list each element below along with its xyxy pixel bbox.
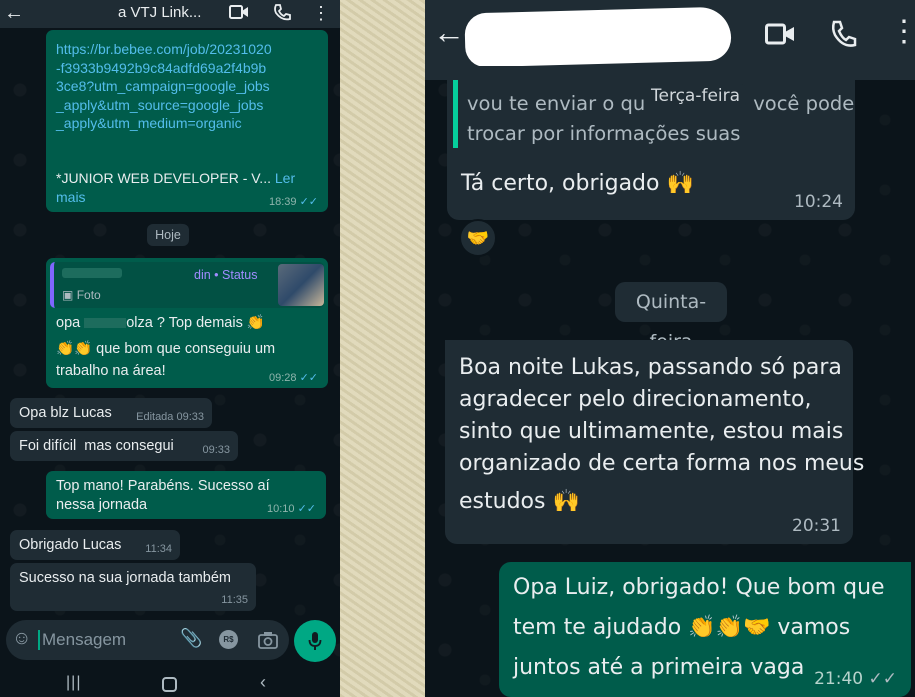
message-time: 21:40 ✓✓	[814, 669, 897, 689]
text-cursor	[38, 630, 40, 650]
message-time: Editada 09:33	[136, 411, 204, 423]
floating-date-label: Terça-feira	[645, 84, 747, 108]
message-text: Top mano! Parabéns. Sucesso aí nessa jor…	[56, 478, 270, 513]
attach-icon[interactable]: 📎	[180, 628, 202, 649]
clap-icon: 👏	[246, 315, 265, 331]
outgoing-message-bubble[interactable]: Opa Luiz, obrigado! Que bom que tem te a…	[499, 562, 911, 697]
photo-icon: ▣	[62, 288, 74, 302]
phone-call-icon[interactable]	[829, 20, 857, 50]
redacted-contact-name[interactable]	[464, 6, 732, 68]
incoming-message-bubble[interactable]: Obrigado Lucas 11:34	[10, 530, 180, 560]
message-text: Foi difícil mas consegui	[19, 438, 174, 454]
home-icon[interactable]	[162, 677, 177, 692]
payment-icon[interactable]: R$	[219, 630, 238, 649]
quoted-text: trocar por informações suas	[467, 122, 741, 145]
redacted-name	[62, 268, 122, 278]
message-time: 11:34	[145, 543, 172, 555]
image-separator	[340, 0, 425, 697]
handshake-reaction-icon[interactable]: 🤝	[459, 219, 497, 257]
message-text: Boa noite Lukas, passando só para agrade…	[459, 352, 864, 518]
video-call-icon[interactable]	[229, 4, 249, 20]
left-chat-screen: ← a VTJ Link... ⋮ https://br.bebee.com/j…	[0, 0, 340, 697]
more-options-icon[interactable]: ⋮	[889, 14, 915, 49]
microphone-icon	[308, 632, 322, 650]
message-text: Tá certo, obrigado 🙌	[461, 168, 694, 200]
message-time: 10:10 ✓✓	[266, 503, 316, 515]
back-nav-icon[interactable]: ‹	[260, 672, 266, 693]
quote-author: din • Status	[194, 268, 258, 282]
back-arrow-icon[interactable]: ←	[4, 2, 24, 25]
right-chat-screen: ← ⋮ vou te enviar o qu você pode trocar p…	[425, 0, 915, 697]
reply-line-2: 👏👏 que bom que conseguiu um	[56, 341, 276, 357]
job-link[interactable]: https://br.bebee.com/job/20231020 -f3933…	[56, 40, 272, 133]
message-time: 09:33	[202, 444, 230, 456]
message-text: Opa blz Lucas	[19, 405, 112, 421]
emoji-icon[interactable]: ☺	[12, 628, 31, 650]
incoming-message-bubble[interactable]: vou te enviar o qu você pode trocar por i…	[447, 66, 855, 220]
incoming-message-bubble[interactable]: Sucesso na sua jornada também 11:35	[10, 563, 256, 611]
redacted-name	[84, 318, 127, 329]
message-time: 18:39 ✓✓	[268, 196, 318, 208]
reply-line-1: opa olza ? Top demais 👏	[56, 315, 265, 331]
chat-header: ← a VTJ Link... ⋮	[0, 0, 340, 28]
clap-icon: 👏👏	[688, 615, 743, 640]
reply-line-3: trabalho na área!	[56, 363, 166, 379]
incoming-message-bubble[interactable]: Boa noite Lukas, passando só para agrade…	[445, 340, 864, 544]
quote-type: ▣ Foto	[62, 288, 101, 302]
chat-title[interactable]: a VTJ Link...	[118, 4, 201, 21]
message-text: Sucesso na sua jornada também	[19, 570, 231, 586]
handshake-icon: 🤝	[742, 615, 771, 640]
date-separator: Hoje	[147, 224, 189, 246]
back-arrow-icon[interactable]: ←	[433, 14, 465, 51]
message-time: 11:35	[221, 594, 248, 606]
message-text: Obrigado Lucas	[19, 537, 122, 553]
message-time: 10:24	[794, 192, 843, 212]
incoming-message-bubble[interactable]: Foi difícil mas consegui 09:33	[10, 431, 238, 461]
status-thumbnail	[278, 264, 324, 306]
video-call-icon[interactable]	[765, 22, 795, 46]
clap-icon: 👏👏	[56, 341, 93, 357]
quote-bar	[453, 80, 458, 148]
message-input[interactable]: Mensagem	[42, 630, 126, 650]
link-message-bubble[interactable]: https://br.bebee.com/job/20231020 -f3933…	[46, 30, 328, 212]
message-time: 20:31	[792, 516, 841, 536]
recent-apps-icon[interactable]: |||	[66, 674, 81, 692]
raising-hands-icon: 🙌	[666, 171, 694, 196]
microphone-button[interactable]	[294, 620, 336, 662]
more-options-icon[interactable]: ⋮	[312, 3, 330, 24]
system-nav-bar: ||| ‹	[0, 672, 340, 697]
raising-hands-icon: 🙌	[552, 489, 580, 514]
outgoing-message-bubble[interactable]: Top mano! Parabéns. Sucesso aí nessa jor…	[46, 471, 326, 519]
quoted-status[interactable]: din • Status ▣ Foto	[50, 262, 324, 308]
message-input-bar[interactable]: ☺ Mensagem 📎 R$	[6, 620, 289, 660]
message-time: 09:28 ✓✓	[268, 372, 318, 384]
incoming-message-bubble[interactable]: Opa blz Lucas Editada 09:33	[10, 398, 212, 428]
date-separator: Quinta-feira	[615, 282, 727, 353]
phone-call-icon[interactable]	[272, 3, 292, 23]
status-reply-bubble[interactable]: din • Status ▣ Foto opa olza ? Top demai…	[46, 258, 328, 388]
camera-icon[interactable]	[258, 631, 278, 649]
message-text: Opa Luiz, obrigado! Que bom que tem te a…	[513, 575, 885, 680]
